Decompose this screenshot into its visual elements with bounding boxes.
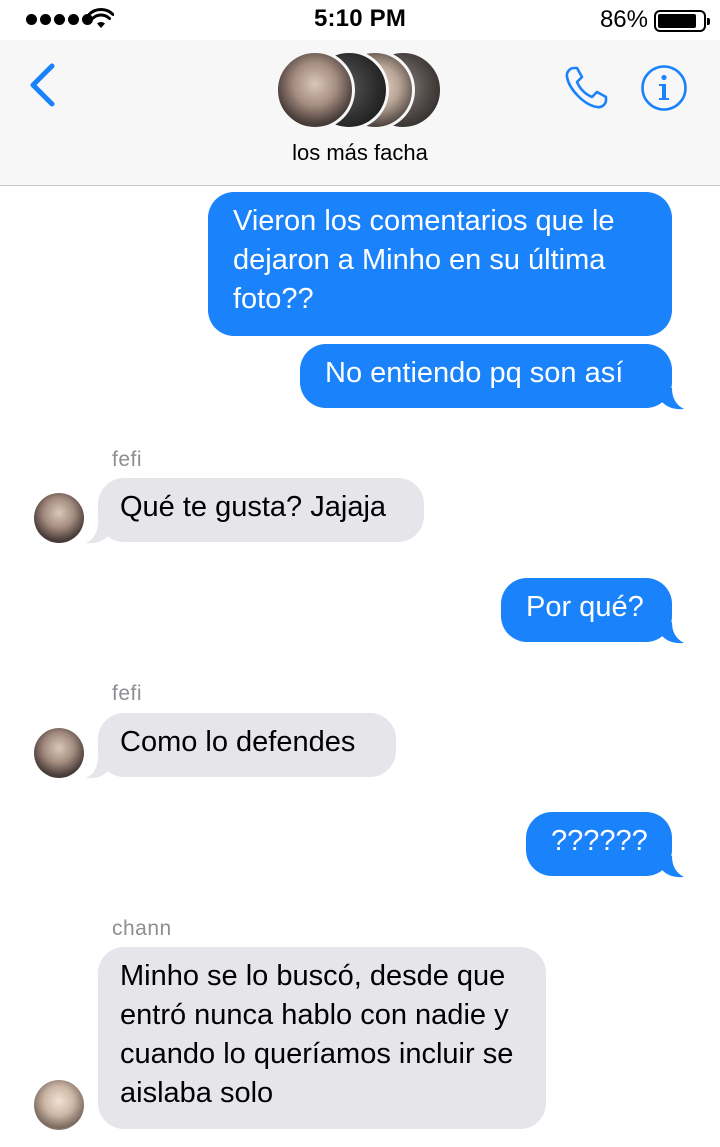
battery-fill	[658, 14, 696, 28]
info-icon[interactable]	[640, 64, 688, 112]
avatar[interactable]	[34, 1080, 84, 1130]
incoming-message[interactable]: Minho se lo buscó, desde que entró nunca…	[98, 947, 546, 1129]
phone-icon[interactable]	[560, 62, 612, 114]
chevron-left-icon[interactable]	[26, 62, 58, 108]
battery-icon	[654, 10, 710, 32]
message-text: Como lo defendes	[120, 726, 356, 758]
avatar[interactable]	[34, 493, 84, 543]
bubble-tail	[662, 856, 684, 878]
incoming-message[interactable]: Como lo defendes	[98, 713, 396, 777]
avatar	[275, 50, 355, 130]
bubble-tail	[662, 388, 684, 410]
status-bar: 5:10 PM 86%	[0, 0, 720, 40]
message-text: Vieron los comentarios que le dejaron a …	[233, 205, 615, 315]
message-text: Minho se lo buscó, desde que entró nunca…	[120, 960, 514, 1109]
sender-name: chann	[112, 917, 172, 940]
group-name[interactable]: los más facha	[0, 140, 720, 166]
sender-name: fefi	[112, 682, 143, 705]
message-text: ??????	[551, 825, 648, 857]
incoming-message[interactable]: Qué te gusta? Jajaja	[98, 478, 424, 542]
message-text: No entiendo pq son así	[325, 357, 624, 389]
outgoing-message[interactable]: Por qué?	[501, 578, 672, 642]
outgoing-message[interactable]: ??????	[526, 812, 672, 876]
group-avatar-stack[interactable]	[275, 50, 445, 130]
message-text: Por qué?	[526, 591, 644, 623]
avatar[interactable]	[34, 728, 84, 778]
message-text: Qué te gusta? Jajaja	[120, 491, 387, 523]
battery-percent: 86%	[599, 6, 648, 33]
sender-name: fefi	[112, 448, 143, 471]
outgoing-message[interactable]: Vieron los comentarios que le dejaron a …	[208, 192, 672, 336]
conversation-header: los más facha	[0, 40, 720, 186]
bubble-tail	[662, 622, 684, 644]
bubble-tail	[86, 522, 108, 544]
bubble-tail	[86, 757, 108, 779]
outgoing-message[interactable]: No entiendo pq son así	[300, 344, 672, 408]
